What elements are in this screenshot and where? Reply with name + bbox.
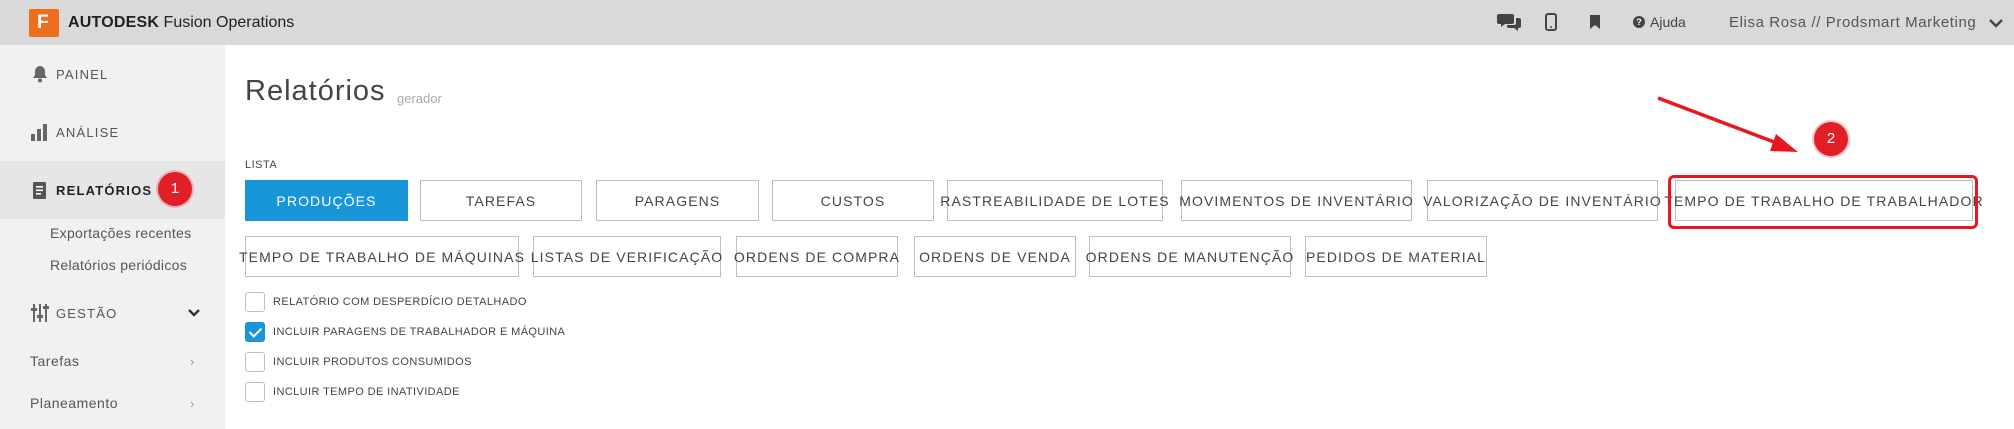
chevron-right-icon: ›: [190, 396, 195, 411]
bookmark-icon[interactable]: [1589, 12, 1601, 32]
page-subtitle: gerador: [397, 91, 442, 106]
option-label: INCLUIR PRODUTOS CONSUMIDOS: [273, 356, 472, 368]
tab-custos[interactable]: CUSTOS: [772, 180, 934, 221]
checkbox[interactable]: [245, 382, 265, 402]
tab-producoes[interactable]: PRODUÇÕES: [245, 180, 408, 221]
option-label: INCLUIR TEMPO DE INATIVIDADE: [273, 386, 460, 398]
option-tempo-inatividade[interactable]: INCLUIR TEMPO DE INATIVIDADE: [245, 382, 460, 402]
help-link[interactable]: ? Ajuda: [1633, 14, 1686, 30]
sidebar-item-planeamento[interactable]: Planeamento: [30, 395, 118, 411]
tab-rastreabilidade[interactable]: RASTREABILIDADE DE LOTES: [940, 180, 1169, 221]
checkbox[interactable]: [245, 352, 265, 372]
tab-ordens-compra[interactable]: ORDENS DE COMPRA: [734, 236, 899, 277]
sidebar-item-tarefas[interactable]: Tarefas: [30, 353, 79, 369]
annotation-badge-2: 2: [1814, 122, 1848, 156]
tab-listas-verificacao[interactable]: LISTAS DE VERIFICAÇÃO: [531, 236, 722, 277]
option-label: INCLUIR PARAGENS DE TRABALHADOR E MÁQUIN…: [273, 326, 566, 338]
chevron-down-icon: [1989, 19, 2004, 28]
sidebar: PAINEL ANÁLISE RELATÓRIOS 1 Exportações …: [0, 45, 225, 429]
tab-pedidos-material[interactable]: PEDIDOS DE MATERIAL: [1305, 236, 1487, 277]
option-produtos-consumidos[interactable]: INCLUIR PRODUTOS CONSUMIDOS: [245, 352, 472, 372]
help-icon: ?: [1633, 16, 1645, 28]
option-incluir-paragens[interactable]: INCLUIR PARAGENS DE TRABALHADOR E MÁQUIN…: [245, 322, 565, 342]
annotation-highlight-box: [1668, 175, 1978, 229]
brand-bold: AUTODESK: [68, 14, 160, 31]
checkbox-checked[interactable]: [245, 322, 265, 342]
sidebar-label-gestao: GESTÃO: [56, 305, 118, 321]
fusion-logo[interactable]: F: [29, 9, 59, 37]
user-menu[interactable]: Elisa Rosa // Prodsmart Marketing: [1729, 14, 2004, 31]
bell-icon: [33, 66, 47, 83]
sidebar-subitem-exportacoes[interactable]: Exportações recentes: [50, 225, 191, 241]
brand-rest: Fusion Operations: [163, 14, 295, 31]
chevron-down-icon: [188, 309, 200, 317]
page-title: Relatórios: [245, 75, 386, 107]
option-desperdicio-detalhado[interactable]: RELATÓRIO COM DESPERDÍCIO DETALHADO: [245, 292, 527, 312]
chevron-right-icon: ›: [190, 354, 195, 369]
annotation-badge-1: 1: [158, 172, 192, 206]
user-label: Elisa Rosa // Prodsmart Marketing: [1729, 14, 1977, 31]
sliders-icon: [31, 304, 49, 322]
mobile-icon[interactable]: [1544, 12, 1558, 32]
checkbox[interactable]: [245, 292, 265, 312]
list-label: LISTA: [245, 159, 278, 171]
chat-icon[interactable]: [1497, 12, 1521, 32]
sidebar-item-analise[interactable]: ANÁLISE: [0, 103, 225, 161]
sidebar-label-relatorios: RELATÓRIOS: [56, 182, 153, 198]
tab-ordens-venda[interactable]: ORDENS DE VENDA: [914, 236, 1076, 277]
sidebar-item-painel[interactable]: PAINEL: [0, 45, 225, 103]
sidebar-subitem-periodicos[interactable]: Relatórios periódicos: [50, 257, 187, 273]
report-icon: [33, 182, 46, 199]
tab-tarefas[interactable]: TAREFAS: [420, 180, 582, 221]
tab-movimentos-inventario[interactable]: MOVIMENTOS DE INVENTÁRIO: [1179, 180, 1413, 221]
option-label: RELATÓRIO COM DESPERDÍCIO DETALHADO: [273, 296, 527, 308]
tab-paragens[interactable]: PARAGENS: [596, 180, 759, 221]
logo-letter: F: [37, 12, 49, 33]
sidebar-label-painel: PAINEL: [56, 66, 109, 82]
tab-tempo-trabalho-maquinas[interactable]: TEMPO DE TRABALHO DE MÁQUINAS: [239, 236, 524, 277]
top-bar: F AUTODESK Fusion Operations ? Ajuda Eli…: [0, 0, 2014, 45]
sidebar-item-gestao[interactable]: GESTÃO: [0, 283, 225, 343]
help-label: Ajuda: [1650, 14, 1686, 30]
brand-name: AUTODESK Fusion Operations: [68, 14, 294, 32]
tab-valorizacao-inventario[interactable]: VALORIZAÇÃO DE INVENTÁRIO: [1423, 180, 1661, 221]
sidebar-label-analise: ANÁLISE: [56, 124, 120, 140]
tab-ordens-manutencao[interactable]: ORDENS DE MANUTENÇÃO: [1086, 236, 1293, 277]
bar-chart-icon: [31, 124, 47, 141]
